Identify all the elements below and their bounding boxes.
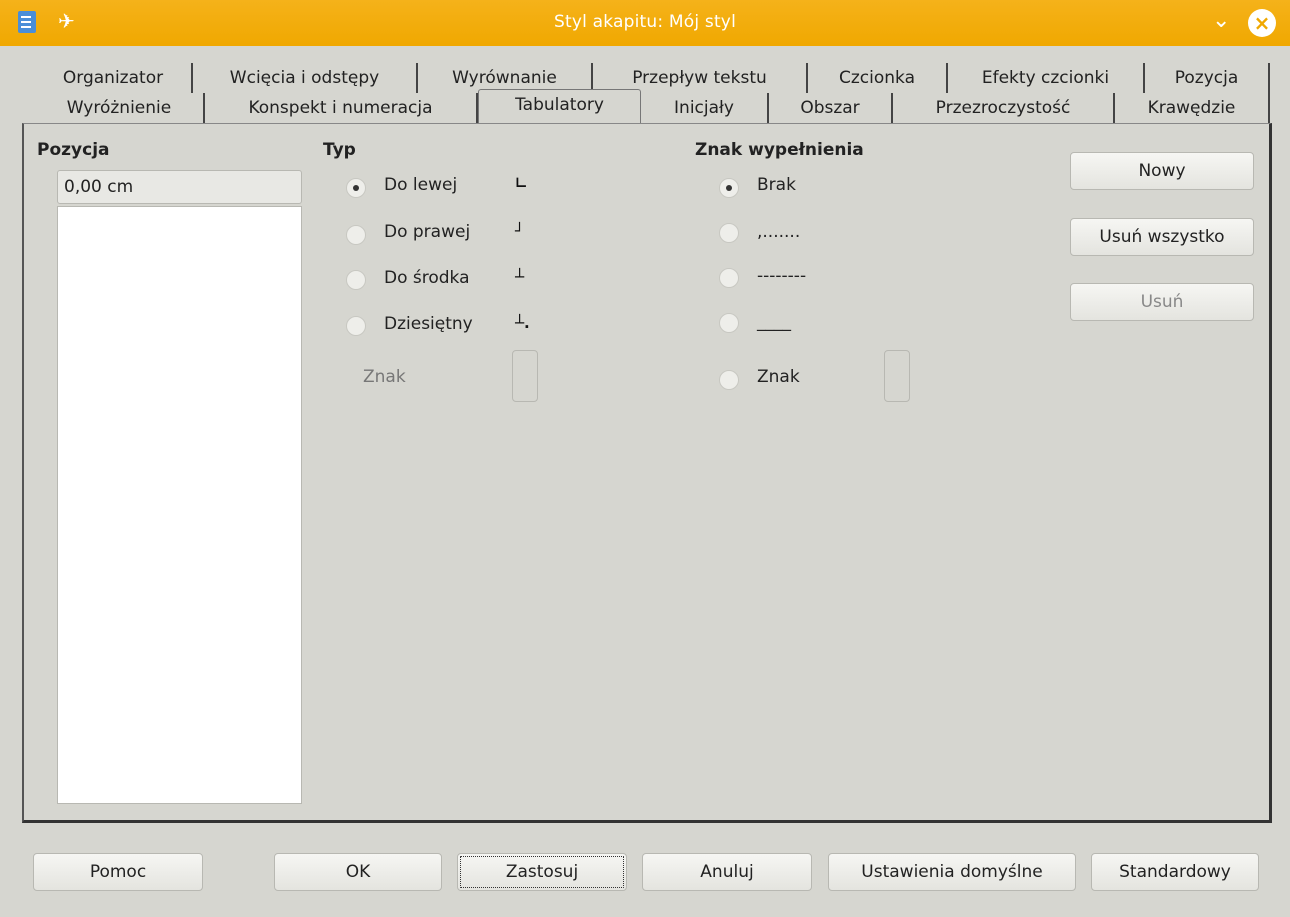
fill-char-radio[interactable]: [719, 370, 739, 390]
tab-organizator[interactable]: Organizator: [35, 63, 193, 93]
fill-dashes-radio[interactable]: [719, 268, 739, 288]
tab-decimal-icon: ┴.: [515, 314, 530, 332]
chevron-down-icon[interactable]: ⌄: [1212, 8, 1230, 33]
tab-wciecia[interactable]: Wcięcia i odstępy: [193, 63, 418, 93]
ok-button[interactable]: OK: [274, 853, 442, 891]
fill-underline-label[interactable]: ____: [757, 312, 791, 332]
position-heading: Pozycja: [37, 140, 110, 160]
type-right-radio[interactable]: [346, 225, 366, 245]
tab-center-icon: ┴: [515, 268, 525, 286]
type-decimal-label[interactable]: Dziesiętny: [384, 314, 473, 334]
fill-none-radio[interactable]: [719, 178, 739, 198]
tab-pozycja[interactable]: Pozycja: [1145, 63, 1270, 93]
tab-wyroznienie[interactable]: Wyróżnienie: [35, 93, 205, 123]
tab-konspekt[interactable]: Konspekt i numeracja: [205, 93, 478, 123]
position-list[interactable]: [57, 206, 302, 804]
title-bar: ✈ Styl akapitu: Mój styl ⌄ ×: [0, 0, 1290, 46]
tab-efekty[interactable]: Efekty czcionki: [948, 63, 1145, 93]
defaults-button[interactable]: Ustawienia domyślne: [828, 853, 1076, 891]
type-decimal-radio[interactable]: [346, 316, 366, 336]
tab-inicjaly[interactable]: Inicjały: [641, 93, 769, 123]
tab-tabulatory[interactable]: Tabulatory: [478, 89, 641, 123]
standard-button[interactable]: Standardowy: [1091, 853, 1259, 891]
new-button[interactable]: Nowy: [1070, 152, 1254, 190]
fill-heading: Znak wypełnienia: [695, 140, 864, 160]
fill-underline-radio[interactable]: [719, 313, 739, 333]
type-center-label[interactable]: Do środka: [384, 268, 470, 288]
type-char-input: [512, 350, 538, 402]
fill-dots-label[interactable]: ,.......: [757, 222, 800, 242]
help-button[interactable]: Pomoc: [33, 853, 203, 891]
tab-obszar[interactable]: Obszar: [769, 93, 893, 123]
tab-right-icon: ┘: [515, 222, 525, 240]
close-icon[interactable]: ×: [1248, 9, 1276, 37]
window-title: Styl akapitu: Mój styl: [553, 12, 736, 32]
position-input[interactable]: 0,00 cm: [57, 170, 302, 204]
tab-left-icon: ∟: [515, 174, 528, 192]
apply-button[interactable]: Zastosuj: [457, 853, 627, 891]
type-heading: Typ: [323, 140, 356, 160]
tab-czcionka[interactable]: Czcionka: [808, 63, 948, 93]
fill-none-label[interactable]: Brak: [757, 175, 796, 195]
type-left-radio[interactable]: [346, 178, 366, 198]
fill-char-input[interactable]: [884, 350, 910, 402]
fill-dots-radio[interactable]: [719, 223, 739, 243]
delete-all-button[interactable]: Usuń wszystko: [1070, 218, 1254, 256]
fill-dashes-label[interactable]: --------: [757, 266, 806, 286]
type-center-radio[interactable]: [346, 270, 366, 290]
tab-krawedzie[interactable]: Krawędzie: [1115, 93, 1270, 123]
cancel-button[interactable]: Anuluj: [642, 853, 812, 891]
fill-char-label[interactable]: Znak: [757, 367, 800, 387]
tab-przezroczystosc[interactable]: Przezroczystość: [893, 93, 1115, 123]
type-left-label[interactable]: Do lewej: [384, 175, 457, 195]
delete-button[interactable]: Usuń: [1070, 283, 1254, 321]
type-char-label: Znak: [363, 367, 406, 387]
type-right-label[interactable]: Do prawej: [384, 222, 470, 242]
